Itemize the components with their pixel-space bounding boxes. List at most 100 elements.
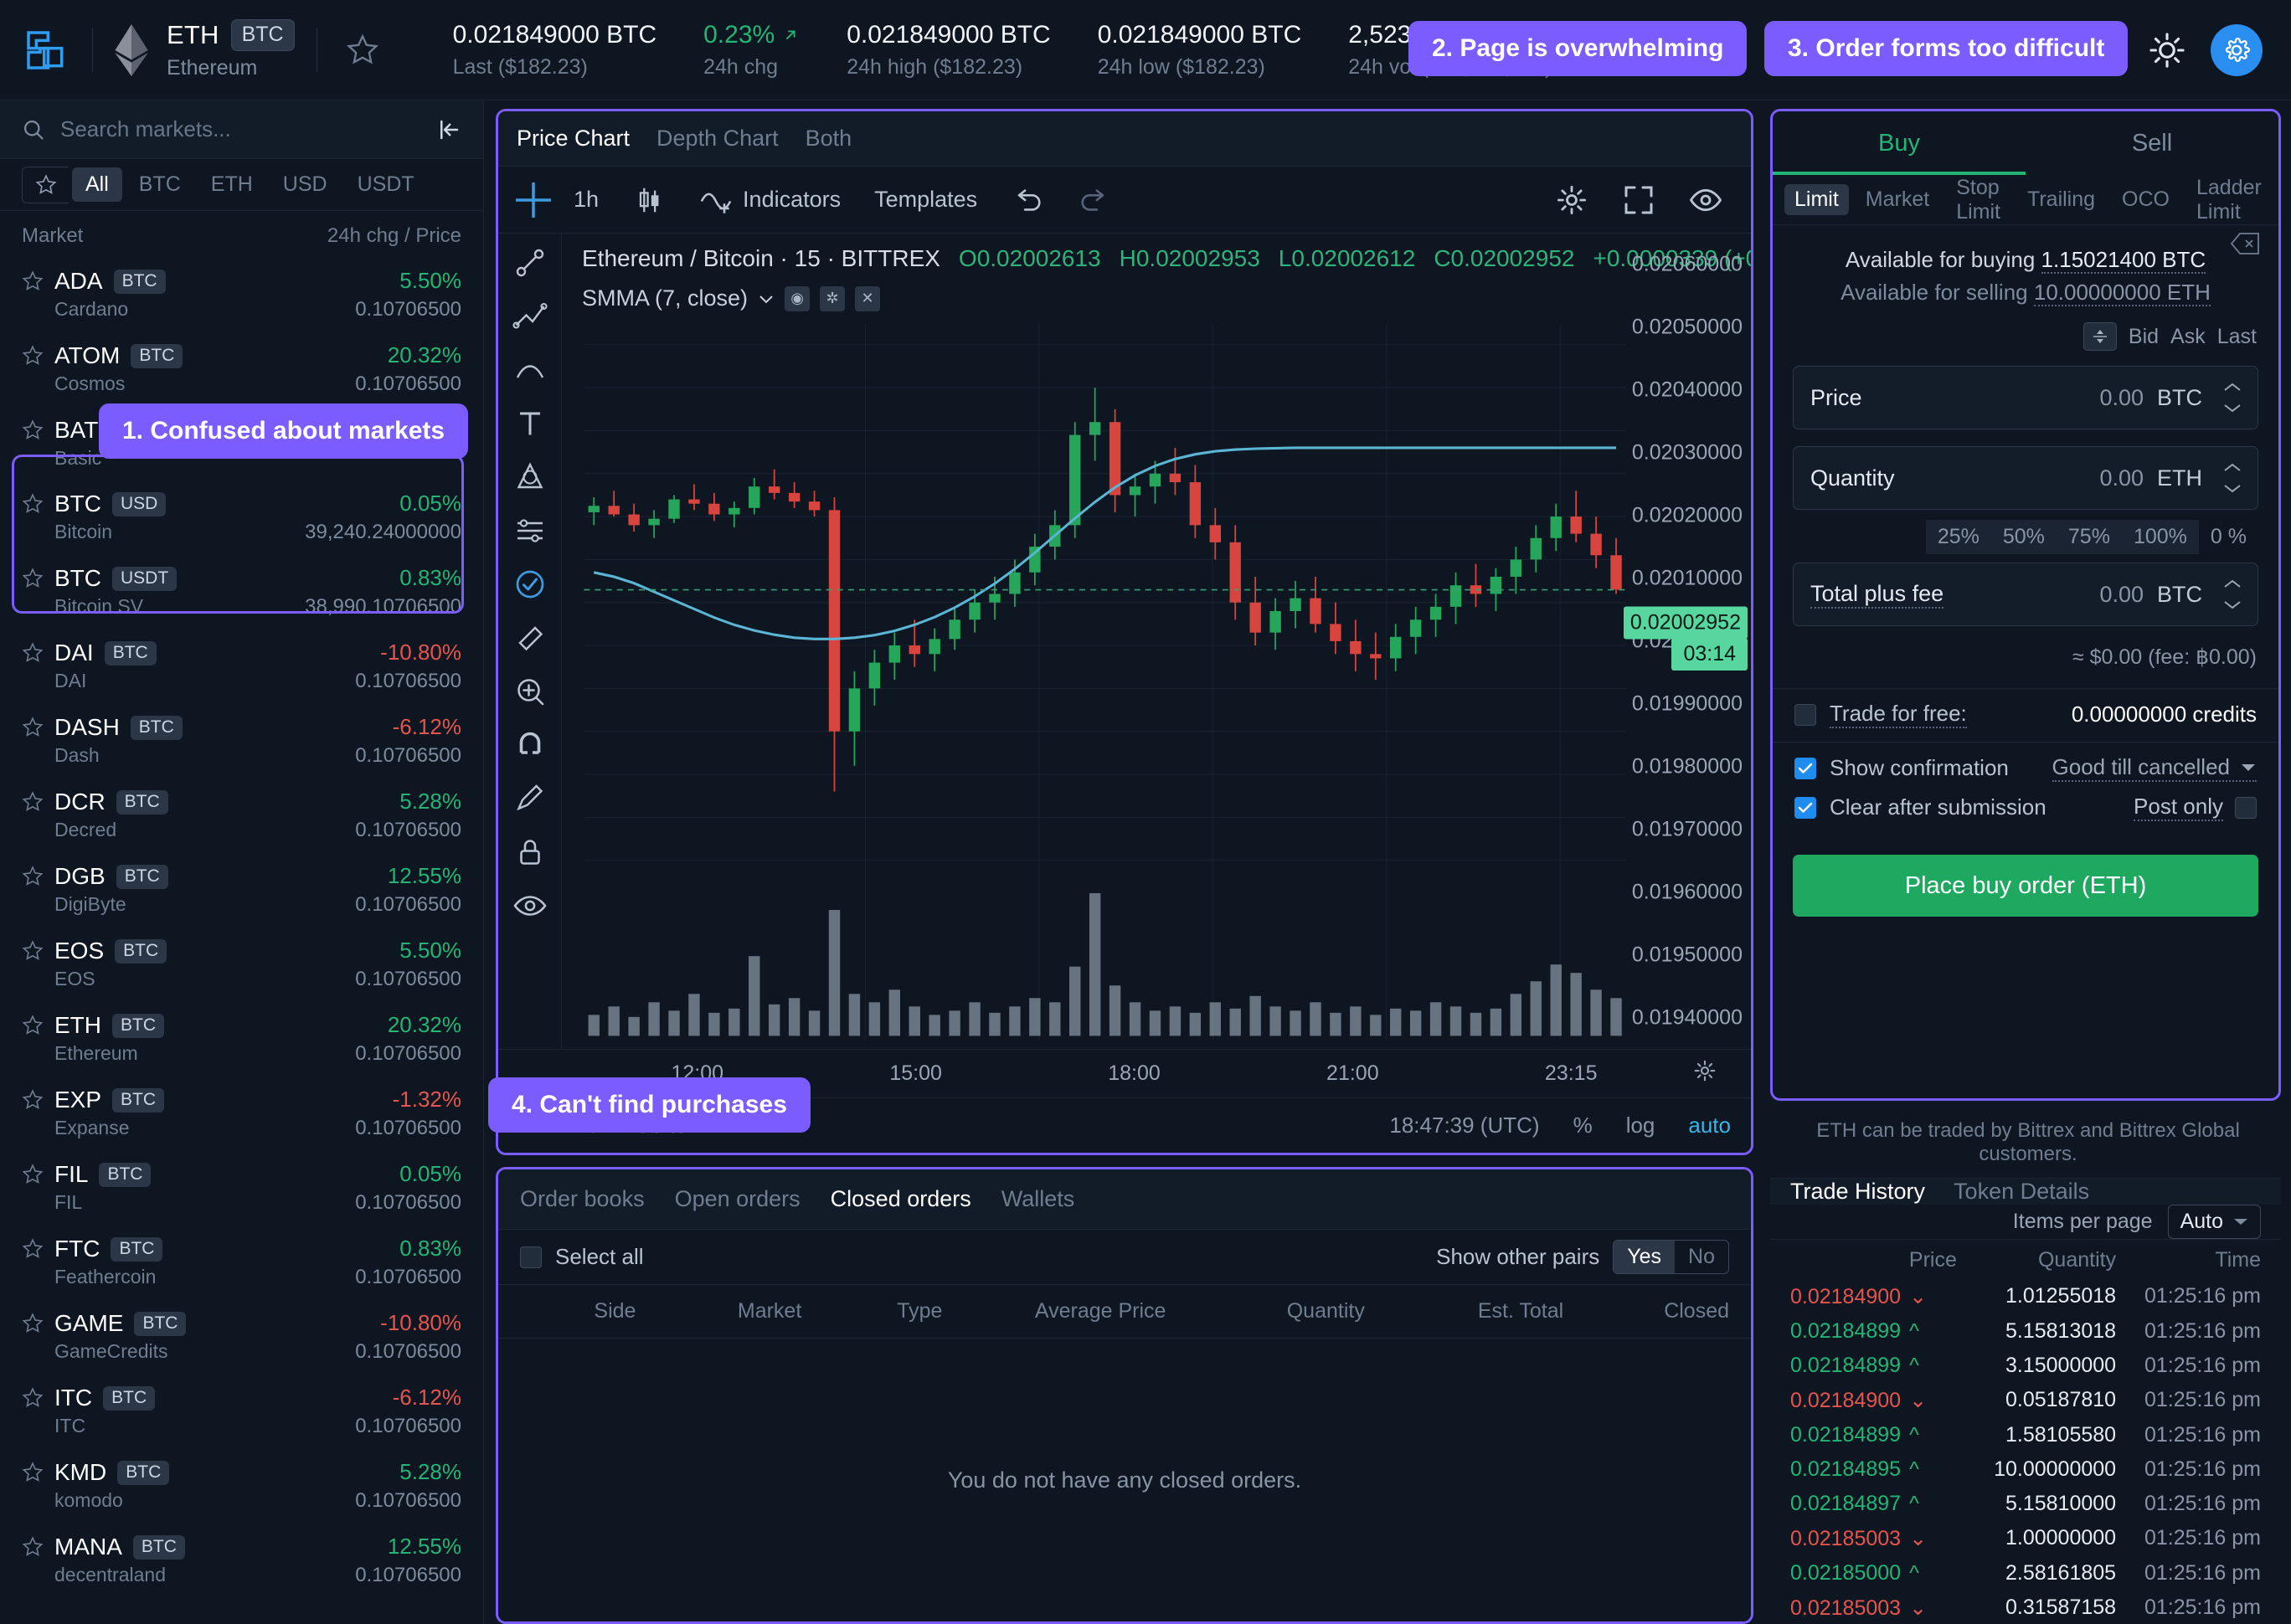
market-row[interactable]: BTC USD Bitcoin 0.05% 39,240.24000000: [0, 481, 483, 555]
market-row[interactable]: DASH BTC Dash -6.12% 0.10706500: [0, 704, 483, 779]
filter-usdt[interactable]: USDT: [344, 167, 428, 202]
ask-button[interactable]: Ask: [2170, 325, 2206, 349]
percent-50[interactable]: 50%: [1990, 520, 2057, 554]
indicator-visibility-icon[interactable]: ◉: [785, 285, 811, 311]
market-row[interactable]: ETH BTC Ethereum 20.32% 0.10706500: [0, 1002, 483, 1077]
market-row[interactable]: BTC USDT Bitcoin SV 0.83% 38,990.10706500: [0, 555, 483, 630]
pitchfork-tool-icon[interactable]: [512, 352, 548, 388]
bid-button[interactable]: Bid: [2129, 325, 2159, 349]
forecast-tool-icon[interactable]: [512, 513, 548, 548]
favorite-pair-button[interactable]: [317, 33, 408, 67]
tab-price-chart[interactable]: Price Chart: [517, 126, 630, 152]
market-row[interactable]: EXP BTC Expanse -1.32% 0.10706500: [0, 1077, 483, 1151]
chart-settings-button[interactable]: [1538, 183, 1605, 217]
chevron-up-icon[interactable]: [2221, 578, 2243, 591]
percent-75[interactable]: 75%: [2056, 520, 2122, 554]
time-in-force-select[interactable]: Good till cancelled: [2052, 754, 2257, 782]
collapse-sidebar-icon[interactable]: [436, 117, 461, 142]
toggle-no[interactable]: No: [1675, 1241, 1728, 1273]
star-icon[interactable]: [22, 866, 44, 887]
quantity-value[interactable]: 0.00: [2099, 465, 2144, 491]
visibility-button[interactable]: [1672, 183, 1739, 217]
show-confirmation-checkbox[interactable]: [1794, 757, 1816, 779]
app-logo[interactable]: [0, 27, 92, 74]
text-tool-icon[interactable]: [512, 406, 548, 441]
price-value[interactable]: 0.00: [2099, 385, 2144, 411]
indicator-close-icon[interactable]: ✕: [855, 285, 881, 311]
filter-usd[interactable]: USD: [270, 167, 341, 202]
magnet-tool-icon[interactable]: [512, 727, 548, 763]
star-icon[interactable]: [22, 1238, 44, 1260]
drawing-mode-icon[interactable]: [512, 781, 548, 816]
tab-buy[interactable]: Buy: [1773, 111, 2026, 175]
total-field[interactable]: Total plus fee 0.00 BTC: [1793, 563, 2258, 626]
trend-line-tool-icon[interactable]: [512, 245, 548, 280]
orders-column-header[interactable]: Side: [520, 1299, 636, 1323]
redo-button[interactable]: [1061, 183, 1128, 217]
tab-both[interactable]: Both: [806, 126, 852, 152]
star-icon[interactable]: [22, 493, 44, 515]
orders-column-header[interactable]: Market: [636, 1299, 801, 1323]
market-row[interactable]: KMD BTC komodo 5.28% 0.10706500: [0, 1449, 483, 1524]
star-icon[interactable]: [22, 791, 44, 813]
market-row[interactable]: ITC BTC ITC -6.12% 0.10706500: [0, 1375, 483, 1449]
star-icon[interactable]: [22, 270, 44, 292]
filter-btc[interactable]: BTC: [126, 167, 194, 202]
star-icon[interactable]: [22, 419, 44, 441]
star-icon[interactable]: [22, 1015, 44, 1036]
clear-after-submission-checkbox[interactable]: [1794, 796, 1816, 819]
chevron-up-icon[interactable]: [2221, 461, 2243, 475]
show-other-pairs-toggle[interactable]: Yes No: [1613, 1240, 1729, 1274]
templates-button[interactable]: Templates: [857, 187, 994, 213]
market-row[interactable]: GAME BTC GameCredits -10.80% 0.10706500: [0, 1300, 483, 1375]
star-icon[interactable]: [22, 1387, 44, 1409]
price-stepper-icon[interactable]: [2082, 322, 2117, 351]
theme-toggle-sun-icon[interactable]: [2149, 32, 2185, 69]
hide-drawings-eye-icon[interactable]: [512, 888, 548, 923]
chart-plot-area[interactable]: Ethereum / Bitcoin · 15 · BITTREX O0.020…: [562, 234, 1751, 1049]
filter-favorites-button[interactable]: [22, 166, 69, 203]
time-axis-settings-icon[interactable]: [1692, 1058, 1717, 1087]
crosshair-tool-icon[interactable]: [510, 177, 557, 224]
tab-token-details[interactable]: Token Details: [1954, 1179, 2089, 1205]
price-field[interactable]: Price 0.00 BTC: [1793, 366, 2258, 429]
select-all-checkbox[interactable]: [520, 1246, 542, 1268]
order-type-oco[interactable]: OCO: [2112, 184, 2180, 215]
filter-eth[interactable]: ETH: [198, 167, 266, 202]
star-icon[interactable]: [22, 1089, 44, 1111]
order-type-trailing[interactable]: Trailing: [2017, 184, 2105, 215]
price-spinner[interactable]: [2214, 381, 2251, 414]
orders-column-header[interactable]: Est. Total: [1365, 1299, 1563, 1323]
star-icon[interactable]: [22, 568, 44, 589]
order-type-market[interactable]: Market: [1856, 184, 1939, 215]
settings-button[interactable]: [2211, 23, 2263, 76]
pair-selector[interactable]: ETH BTC Ethereum: [93, 19, 317, 80]
market-row[interactable]: EOS BTC EOS 5.50% 0.10706500: [0, 928, 483, 1002]
candle-type-button[interactable]: [615, 183, 682, 217]
shapes-tool-icon[interactable]: [512, 460, 548, 495]
zoom-in-tool-icon[interactable]: [512, 674, 548, 709]
total-value[interactable]: 0.00: [2099, 582, 2144, 608]
chevron-down-icon[interactable]: [2221, 401, 2243, 414]
market-row[interactable]: ADA BTC Cardano 5.50% 0.10706500: [0, 258, 483, 332]
lock-icon[interactable]: [512, 835, 548, 870]
star-icon[interactable]: [22, 1313, 44, 1334]
footer-log-scale[interactable]: log: [1626, 1113, 1655, 1138]
fib-retracement-tool-icon[interactable]: [512, 299, 548, 334]
order-type-stop-limit[interactable]: Stop Limit: [1946, 172, 2010, 228]
market-row[interactable]: MANA BTC decentraland 12.55% 0.10706500: [0, 1524, 483, 1598]
star-icon[interactable]: [22, 717, 44, 738]
chevron-up-icon[interactable]: [2221, 381, 2243, 394]
orders-column-header[interactable]: Closed: [1563, 1299, 1729, 1323]
market-row[interactable]: FIL BTC FIL 0.05% 0.10706500: [0, 1151, 483, 1226]
tab-wallets[interactable]: Wallets: [1001, 1186, 1075, 1212]
quantity-field[interactable]: Quantity 0.00 ETH: [1793, 446, 2258, 510]
tab-trade-history[interactable]: Trade History: [1790, 1179, 1925, 1205]
total-spinner[interactable]: [2214, 578, 2251, 611]
order-type-limit[interactable]: Limit: [1784, 184, 1849, 215]
search-input[interactable]: [60, 116, 421, 142]
toggle-yes[interactable]: Yes: [1614, 1241, 1676, 1273]
chevron-down-icon[interactable]: [2221, 598, 2243, 611]
chevron-down-icon[interactable]: [2221, 481, 2243, 495]
undo-button[interactable]: [994, 183, 1061, 217]
